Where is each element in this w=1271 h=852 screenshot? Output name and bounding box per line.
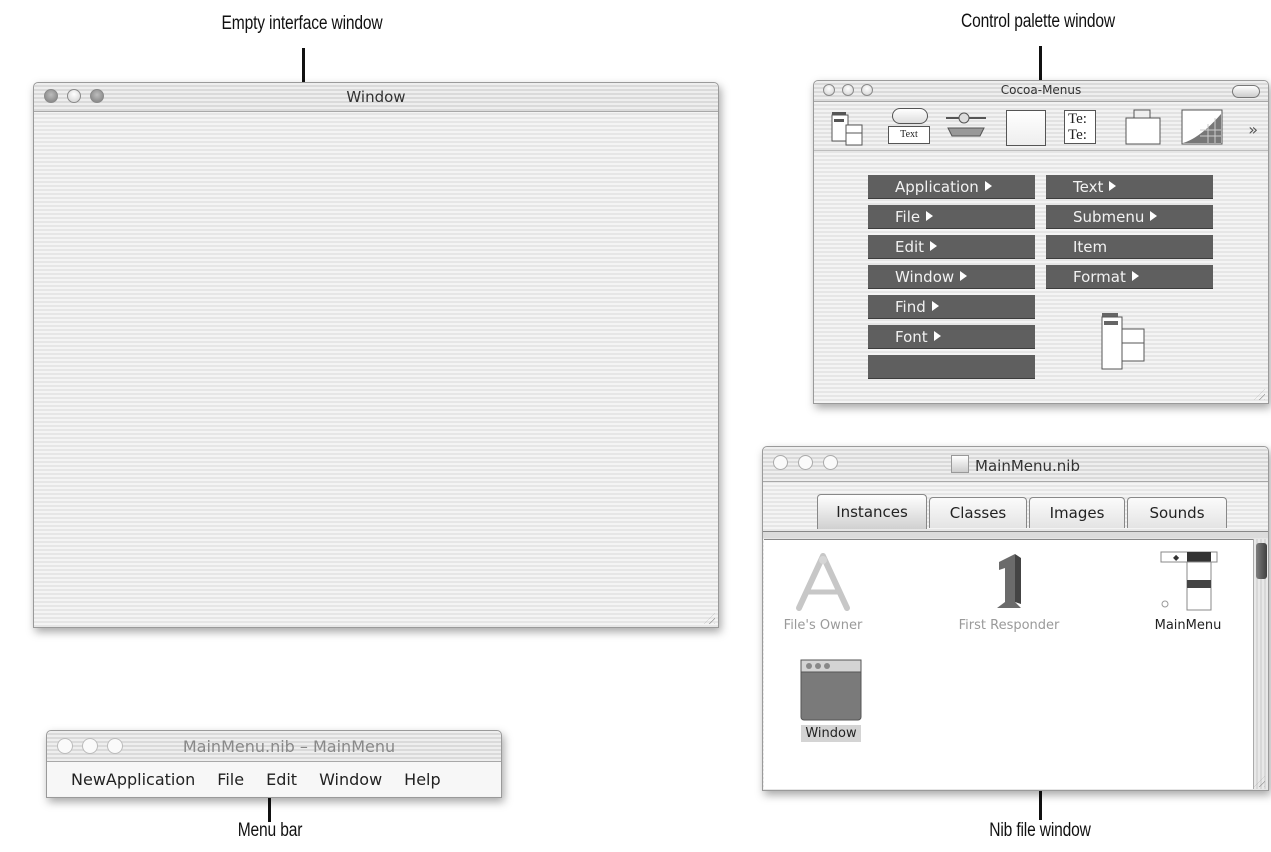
menu-label: Application (895, 178, 979, 196)
menu-newapplication[interactable]: NewApplication (71, 770, 195, 789)
window-instance[interactable]: Window (792, 658, 870, 742)
menu-label: Text (1073, 178, 1104, 196)
resize-grip-icon[interactable] (704, 613, 715, 624)
menu-label: Window (895, 268, 955, 286)
menu-application[interactable]: Application (868, 175, 1035, 199)
menu-text[interactable]: Text (1046, 175, 1213, 199)
tool-text-button-icon[interactable]: Text (888, 108, 930, 146)
menu-window[interactable]: Window (319, 770, 382, 789)
submenu-arrow-icon (1109, 180, 1117, 191)
menu-empty-item[interactable] (868, 355, 1035, 379)
nib-tabs: Instances Classes Images Sounds (763, 482, 1268, 538)
window-icon (800, 659, 862, 721)
callout-nib-window: Nib file window (989, 820, 1091, 841)
callout-leader (1039, 790, 1042, 820)
submenu-arrow-icon (931, 300, 939, 311)
tool-box-icon[interactable] (1004, 108, 1046, 146)
menu-font[interactable]: Font (868, 325, 1035, 349)
palette-toolbar: Text Te: Te: » (814, 102, 1268, 151)
submenu-arrow-icon (930, 240, 938, 251)
callout-palette-window: Control palette window (960, 11, 1116, 32)
icon-label: First Responder (958, 618, 1060, 633)
callout-empty-window: Empty interface window (221, 13, 383, 34)
scrollbar-thumb[interactable] (1256, 543, 1267, 579)
menu-file[interactable]: File (217, 770, 244, 789)
palette-title: Cocoa-Menus (1000, 83, 1082, 97)
callout-menu-bar: Menu bar (237, 820, 303, 841)
tool-textfield-icon[interactable]: Te: Te: (1062, 108, 1104, 146)
close-button[interactable] (57, 738, 73, 754)
palette-titlebar[interactable]: Cocoa-Menus (814, 81, 1268, 102)
menu-submenu[interactable]: Submenu (1046, 205, 1213, 229)
tool-tabview-icon[interactable] (1122, 108, 1164, 146)
callout-leader (268, 796, 271, 822)
callout-leader (302, 48, 305, 82)
submenu-arrow-icon (960, 270, 968, 281)
nib-title-text: MainMenu.nib (975, 457, 1080, 475)
control-palette-window[interactable]: Cocoa-Menus Text Te: Te: » Application F… (813, 80, 1269, 404)
toolbar-toggle-button[interactable] (1232, 85, 1260, 98)
menu-edit[interactable]: Edit (868, 235, 1035, 259)
textfield-line: Te: (1068, 111, 1087, 127)
menubar-titlebar[interactable]: MainMenu.nib – MainMenu (47, 731, 501, 762)
menu-label: Find (895, 298, 926, 316)
menu-item[interactable]: Item (1046, 235, 1213, 259)
tab-sounds[interactable]: Sounds (1127, 497, 1227, 528)
icon-label: Window (801, 725, 861, 742)
instances-panel: File's Owner First Responder ◆ MainMenu (764, 539, 1254, 789)
icon-label: File's Owner (783, 618, 863, 633)
menu-icon: ◆ (1160, 551, 1218, 611)
icon-label: MainMenu (1154, 618, 1222, 633)
tab-images[interactable]: Images (1029, 497, 1125, 528)
nib-titlebar[interactable]: MainMenu.nib (763, 447, 1268, 482)
menu-label: Edit (895, 238, 925, 256)
first-responder-icon (997, 554, 1021, 608)
menubar-window-title: MainMenu.nib – MainMenu (182, 737, 396, 756)
tool-menus-icon[interactable] (830, 108, 872, 146)
tool-graphic-icon[interactable] (1180, 108, 1223, 146)
menu-bar: NewApplication File Edit Window Help (47, 762, 501, 796)
menu-window[interactable]: Window (868, 265, 1035, 289)
submenu-arrow-icon (926, 210, 934, 221)
window-titlebar[interactable]: Window (34, 83, 718, 112)
nib-title: MainMenu.nib (763, 455, 1268, 475)
menu-label: Item (1073, 238, 1108, 256)
menu-file[interactable]: File (868, 205, 1035, 229)
tab-classes[interactable]: Classes (929, 497, 1027, 528)
submenu-arrow-icon (1131, 270, 1139, 281)
menu-find[interactable]: Find (868, 295, 1035, 319)
application-icon (796, 553, 850, 611)
menu-label: Font (895, 328, 928, 346)
menu-bar-window[interactable]: MainMenu.nib – MainMenu NewApplication F… (46, 730, 502, 798)
tool-text-label: Text (888, 126, 930, 144)
menu-set-icon[interactable] (1100, 309, 1170, 383)
menu-edit[interactable]: Edit (266, 770, 297, 789)
menu-label: File (895, 208, 921, 226)
window-title: Window (346, 88, 406, 106)
menu-format[interactable]: Format (1046, 265, 1213, 289)
submenu-arrow-icon (984, 180, 992, 191)
nib-document-icon (951, 455, 970, 473)
first-responder-instance[interactable]: First Responder (934, 552, 1084, 633)
mainmenu-instance[interactable]: ◆ MainMenu (1130, 546, 1246, 633)
tab-instances[interactable]: Instances (817, 494, 927, 529)
resize-grip-icon[interactable] (1254, 389, 1265, 400)
menu-help[interactable]: Help (404, 770, 440, 789)
tool-slider-icon[interactable] (944, 108, 986, 146)
submenu-arrow-icon (933, 330, 941, 341)
files-owner-instance[interactable]: File's Owner (764, 552, 882, 633)
menu-label: Format (1073, 268, 1126, 286)
menu-label: Submenu (1073, 208, 1145, 226)
nib-file-window[interactable]: MainMenu.nib Instances Classes Images So… (762, 446, 1269, 791)
more-tools-icon[interactable]: » (1248, 120, 1258, 139)
callout-leader (1039, 46, 1042, 80)
svg-text:◆: ◆ (1173, 553, 1180, 562)
empty-interface-window[interactable]: Window (33, 82, 719, 628)
textfield-line: Te: (1068, 127, 1087, 143)
submenu-arrow-icon (1150, 210, 1158, 221)
